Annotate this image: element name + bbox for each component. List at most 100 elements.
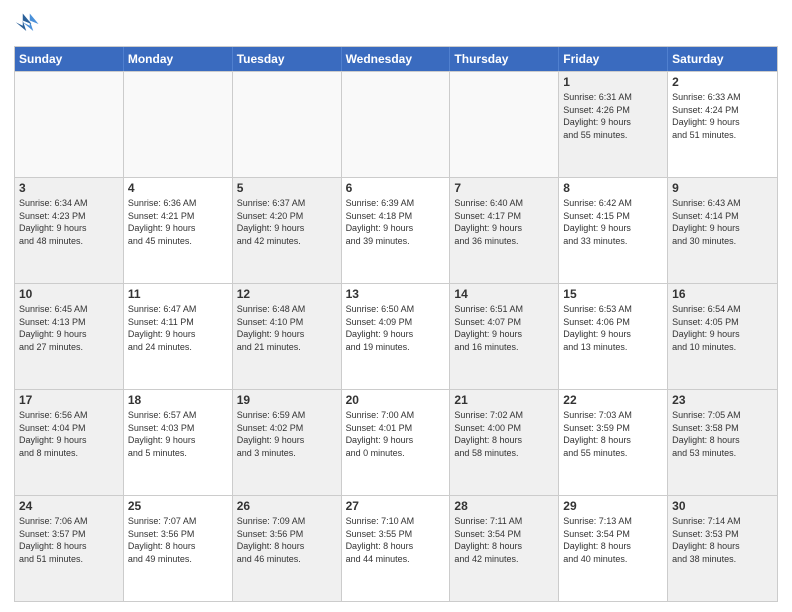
- day-number: 29: [563, 499, 663, 513]
- day-number: 13: [346, 287, 446, 301]
- table-row: 20 Sunrise: 7:00 AM Sunset: 4:01 PM Dayli…: [342, 390, 451, 495]
- day-info: Sunrise: 7:00 AM Sunset: 4:01 PM Dayligh…: [346, 409, 446, 459]
- table-row: 15 Sunrise: 6:53 AM Sunset: 4:06 PM Dayli…: [559, 284, 668, 389]
- page: SundayMondayTuesdayWednesdayThursdayFrid…: [0, 0, 792, 612]
- table-row: 9 Sunrise: 6:43 AM Sunset: 4:14 PM Daylig…: [668, 178, 777, 283]
- calendar-header-cell: Friday: [559, 47, 668, 71]
- day-info: Sunrise: 6:40 AM Sunset: 4:17 PM Dayligh…: [454, 197, 554, 247]
- day-number: 1: [563, 75, 663, 89]
- day-number: 3: [19, 181, 119, 195]
- table-row: 6 Sunrise: 6:39 AM Sunset: 4:18 PM Daylig…: [342, 178, 451, 283]
- table-row: 11 Sunrise: 6:47 AM Sunset: 4:11 PM Dayli…: [124, 284, 233, 389]
- table-row: 24Sunrise: 7:06 AM Sunset: 3:57 PM Dayli…: [15, 496, 124, 601]
- table-row: 27 Sunrise: 7:10 AM Sunset: 3:55 PM Dayli…: [342, 496, 451, 601]
- day-info: Sunrise: 7:09 AM Sunset: 3:56 PM Dayligh…: [237, 515, 337, 565]
- calendar-header-row: SundayMondayTuesdayWednesdayThursdayFrid…: [15, 47, 777, 71]
- day-info: Sunrise: 7:07 AM Sunset: 3:56 PM Dayligh…: [128, 515, 228, 565]
- table-row: 21 Sunrise: 7:02 AM Sunset: 4:00 PM Dayli…: [450, 390, 559, 495]
- table-row: 17 Sunrise: 6:56 AM Sunset: 4:04 PM Dayli…: [15, 390, 124, 495]
- table-row: 25 Sunrise: 7:07 AM Sunset: 3:56 PM Dayli…: [124, 496, 233, 601]
- table-row: 4 Sunrise: 6:36 AM Sunset: 4:21 PM Daylig…: [124, 178, 233, 283]
- calendar-header-cell: Monday: [124, 47, 233, 71]
- day-info: Sunrise: 6:33 AM Sunset: 4:24 PM Dayligh…: [672, 91, 773, 141]
- calendar-row: 10 Sunrise: 6:45 AM Sunset: 4:13 PM Dayli…: [15, 283, 777, 389]
- day-number: 2: [672, 75, 773, 89]
- calendar-header-cell: Sunday: [15, 47, 124, 71]
- table-row: 16 Sunrise: 6:54 AM Sunset: 4:05 PM Dayli…: [668, 284, 777, 389]
- day-info: Sunrise: 7:14 AM Sunset: 3:53 PM Dayligh…: [672, 515, 773, 565]
- day-info: Sunrise: 6:43 AM Sunset: 4:14 PM Dayligh…: [672, 197, 773, 247]
- day-number: 8: [563, 181, 663, 195]
- table-row: [124, 72, 233, 177]
- day-number: 28: [454, 499, 554, 513]
- calendar-header-cell: Saturday: [668, 47, 777, 71]
- table-row: [450, 72, 559, 177]
- day-info: Sunrise: 6:54 AM Sunset: 4:05 PM Dayligh…: [672, 303, 773, 353]
- day-info: Sunrise: 7:06 AM Sunset: 3:57 PM Dayligh…: [19, 515, 119, 565]
- calendar-row: 3 Sunrise: 6:34 AM Sunset: 4:23 PM Daylig…: [15, 177, 777, 283]
- day-number: 15: [563, 287, 663, 301]
- day-info: Sunrise: 6:34 AM Sunset: 4:23 PM Dayligh…: [19, 197, 119, 247]
- table-row: 18Sunrise: 6:57 AM Sunset: 4:03 PM Dayli…: [124, 390, 233, 495]
- table-row: 30 Sunrise: 7:14 AM Sunset: 3:53 PM Dayli…: [668, 496, 777, 601]
- day-info: Sunrise: 7:03 AM Sunset: 3:59 PM Dayligh…: [563, 409, 663, 459]
- day-number: 17: [19, 393, 119, 407]
- table-row: 13Sunrise: 6:50 AM Sunset: 4:09 PM Dayli…: [342, 284, 451, 389]
- calendar-header-cell: Wednesday: [342, 47, 451, 71]
- calendar-row: 24Sunrise: 7:06 AM Sunset: 3:57 PM Dayli…: [15, 495, 777, 601]
- day-number: 10: [19, 287, 119, 301]
- calendar-header-cell: Tuesday: [233, 47, 342, 71]
- table-row: 8 Sunrise: 6:42 AM Sunset: 4:15 PM Daylig…: [559, 178, 668, 283]
- table-row: 1 Sunrise: 6:31 AM Sunset: 4:26 PM Daylig…: [559, 72, 668, 177]
- day-info: Sunrise: 7:02 AM Sunset: 4:00 PM Dayligh…: [454, 409, 554, 459]
- table-row: 23Sunrise: 7:05 AM Sunset: 3:58 PM Dayli…: [668, 390, 777, 495]
- table-row: 5Sunrise: 6:37 AM Sunset: 4:20 PM Daylig…: [233, 178, 342, 283]
- day-number: 6: [346, 181, 446, 195]
- day-info: Sunrise: 7:10 AM Sunset: 3:55 PM Dayligh…: [346, 515, 446, 565]
- table-row: 26Sunrise: 7:09 AM Sunset: 3:56 PM Dayli…: [233, 496, 342, 601]
- day-number: 23: [672, 393, 773, 407]
- day-number: 7: [454, 181, 554, 195]
- table-row: [342, 72, 451, 177]
- day-info: Sunrise: 6:59 AM Sunset: 4:02 PM Dayligh…: [237, 409, 337, 459]
- table-row: 3 Sunrise: 6:34 AM Sunset: 4:23 PM Daylig…: [15, 178, 124, 283]
- day-info: Sunrise: 7:13 AM Sunset: 3:54 PM Dayligh…: [563, 515, 663, 565]
- day-number: 25: [128, 499, 228, 513]
- day-info: Sunrise: 6:31 AM Sunset: 4:26 PM Dayligh…: [563, 91, 663, 141]
- table-row: 22 Sunrise: 7:03 AM Sunset: 3:59 PM Dayli…: [559, 390, 668, 495]
- day-number: 11: [128, 287, 228, 301]
- day-number: 19: [237, 393, 337, 407]
- calendar-body: 1 Sunrise: 6:31 AM Sunset: 4:26 PM Daylig…: [15, 71, 777, 601]
- day-info: Sunrise: 7:11 AM Sunset: 3:54 PM Dayligh…: [454, 515, 554, 565]
- table-row: [233, 72, 342, 177]
- logo: [14, 10, 46, 38]
- day-number: 14: [454, 287, 554, 301]
- header: [14, 10, 778, 38]
- day-info: Sunrise: 6:42 AM Sunset: 4:15 PM Dayligh…: [563, 197, 663, 247]
- table-row: [15, 72, 124, 177]
- day-number: 9: [672, 181, 773, 195]
- day-info: Sunrise: 6:47 AM Sunset: 4:11 PM Dayligh…: [128, 303, 228, 353]
- calendar: SundayMondayTuesdayWednesdayThursdayFrid…: [14, 46, 778, 602]
- day-info: Sunrise: 6:56 AM Sunset: 4:04 PM Dayligh…: [19, 409, 119, 459]
- table-row: 28 Sunrise: 7:11 AM Sunset: 3:54 PM Dayli…: [450, 496, 559, 601]
- day-number: 21: [454, 393, 554, 407]
- table-row: 29 Sunrise: 7:13 AM Sunset: 3:54 PM Dayli…: [559, 496, 668, 601]
- day-number: 22: [563, 393, 663, 407]
- logo-icon: [14, 10, 42, 38]
- day-info: Sunrise: 6:53 AM Sunset: 4:06 PM Dayligh…: [563, 303, 663, 353]
- day-info: Sunrise: 6:37 AM Sunset: 4:20 PM Dayligh…: [237, 197, 337, 247]
- day-number: 12: [237, 287, 337, 301]
- day-info: Sunrise: 6:39 AM Sunset: 4:18 PM Dayligh…: [346, 197, 446, 247]
- day-number: 30: [672, 499, 773, 513]
- day-number: 20: [346, 393, 446, 407]
- table-row: 7 Sunrise: 6:40 AM Sunset: 4:17 PM Daylig…: [450, 178, 559, 283]
- day-number: 18: [128, 393, 228, 407]
- day-number: 4: [128, 181, 228, 195]
- day-number: 27: [346, 499, 446, 513]
- day-info: Sunrise: 6:45 AM Sunset: 4:13 PM Dayligh…: [19, 303, 119, 353]
- day-number: 16: [672, 287, 773, 301]
- calendar-header-cell: Thursday: [450, 47, 559, 71]
- table-row: 2 Sunrise: 6:33 AM Sunset: 4:24 PM Daylig…: [668, 72, 777, 177]
- day-info: Sunrise: 6:36 AM Sunset: 4:21 PM Dayligh…: [128, 197, 228, 247]
